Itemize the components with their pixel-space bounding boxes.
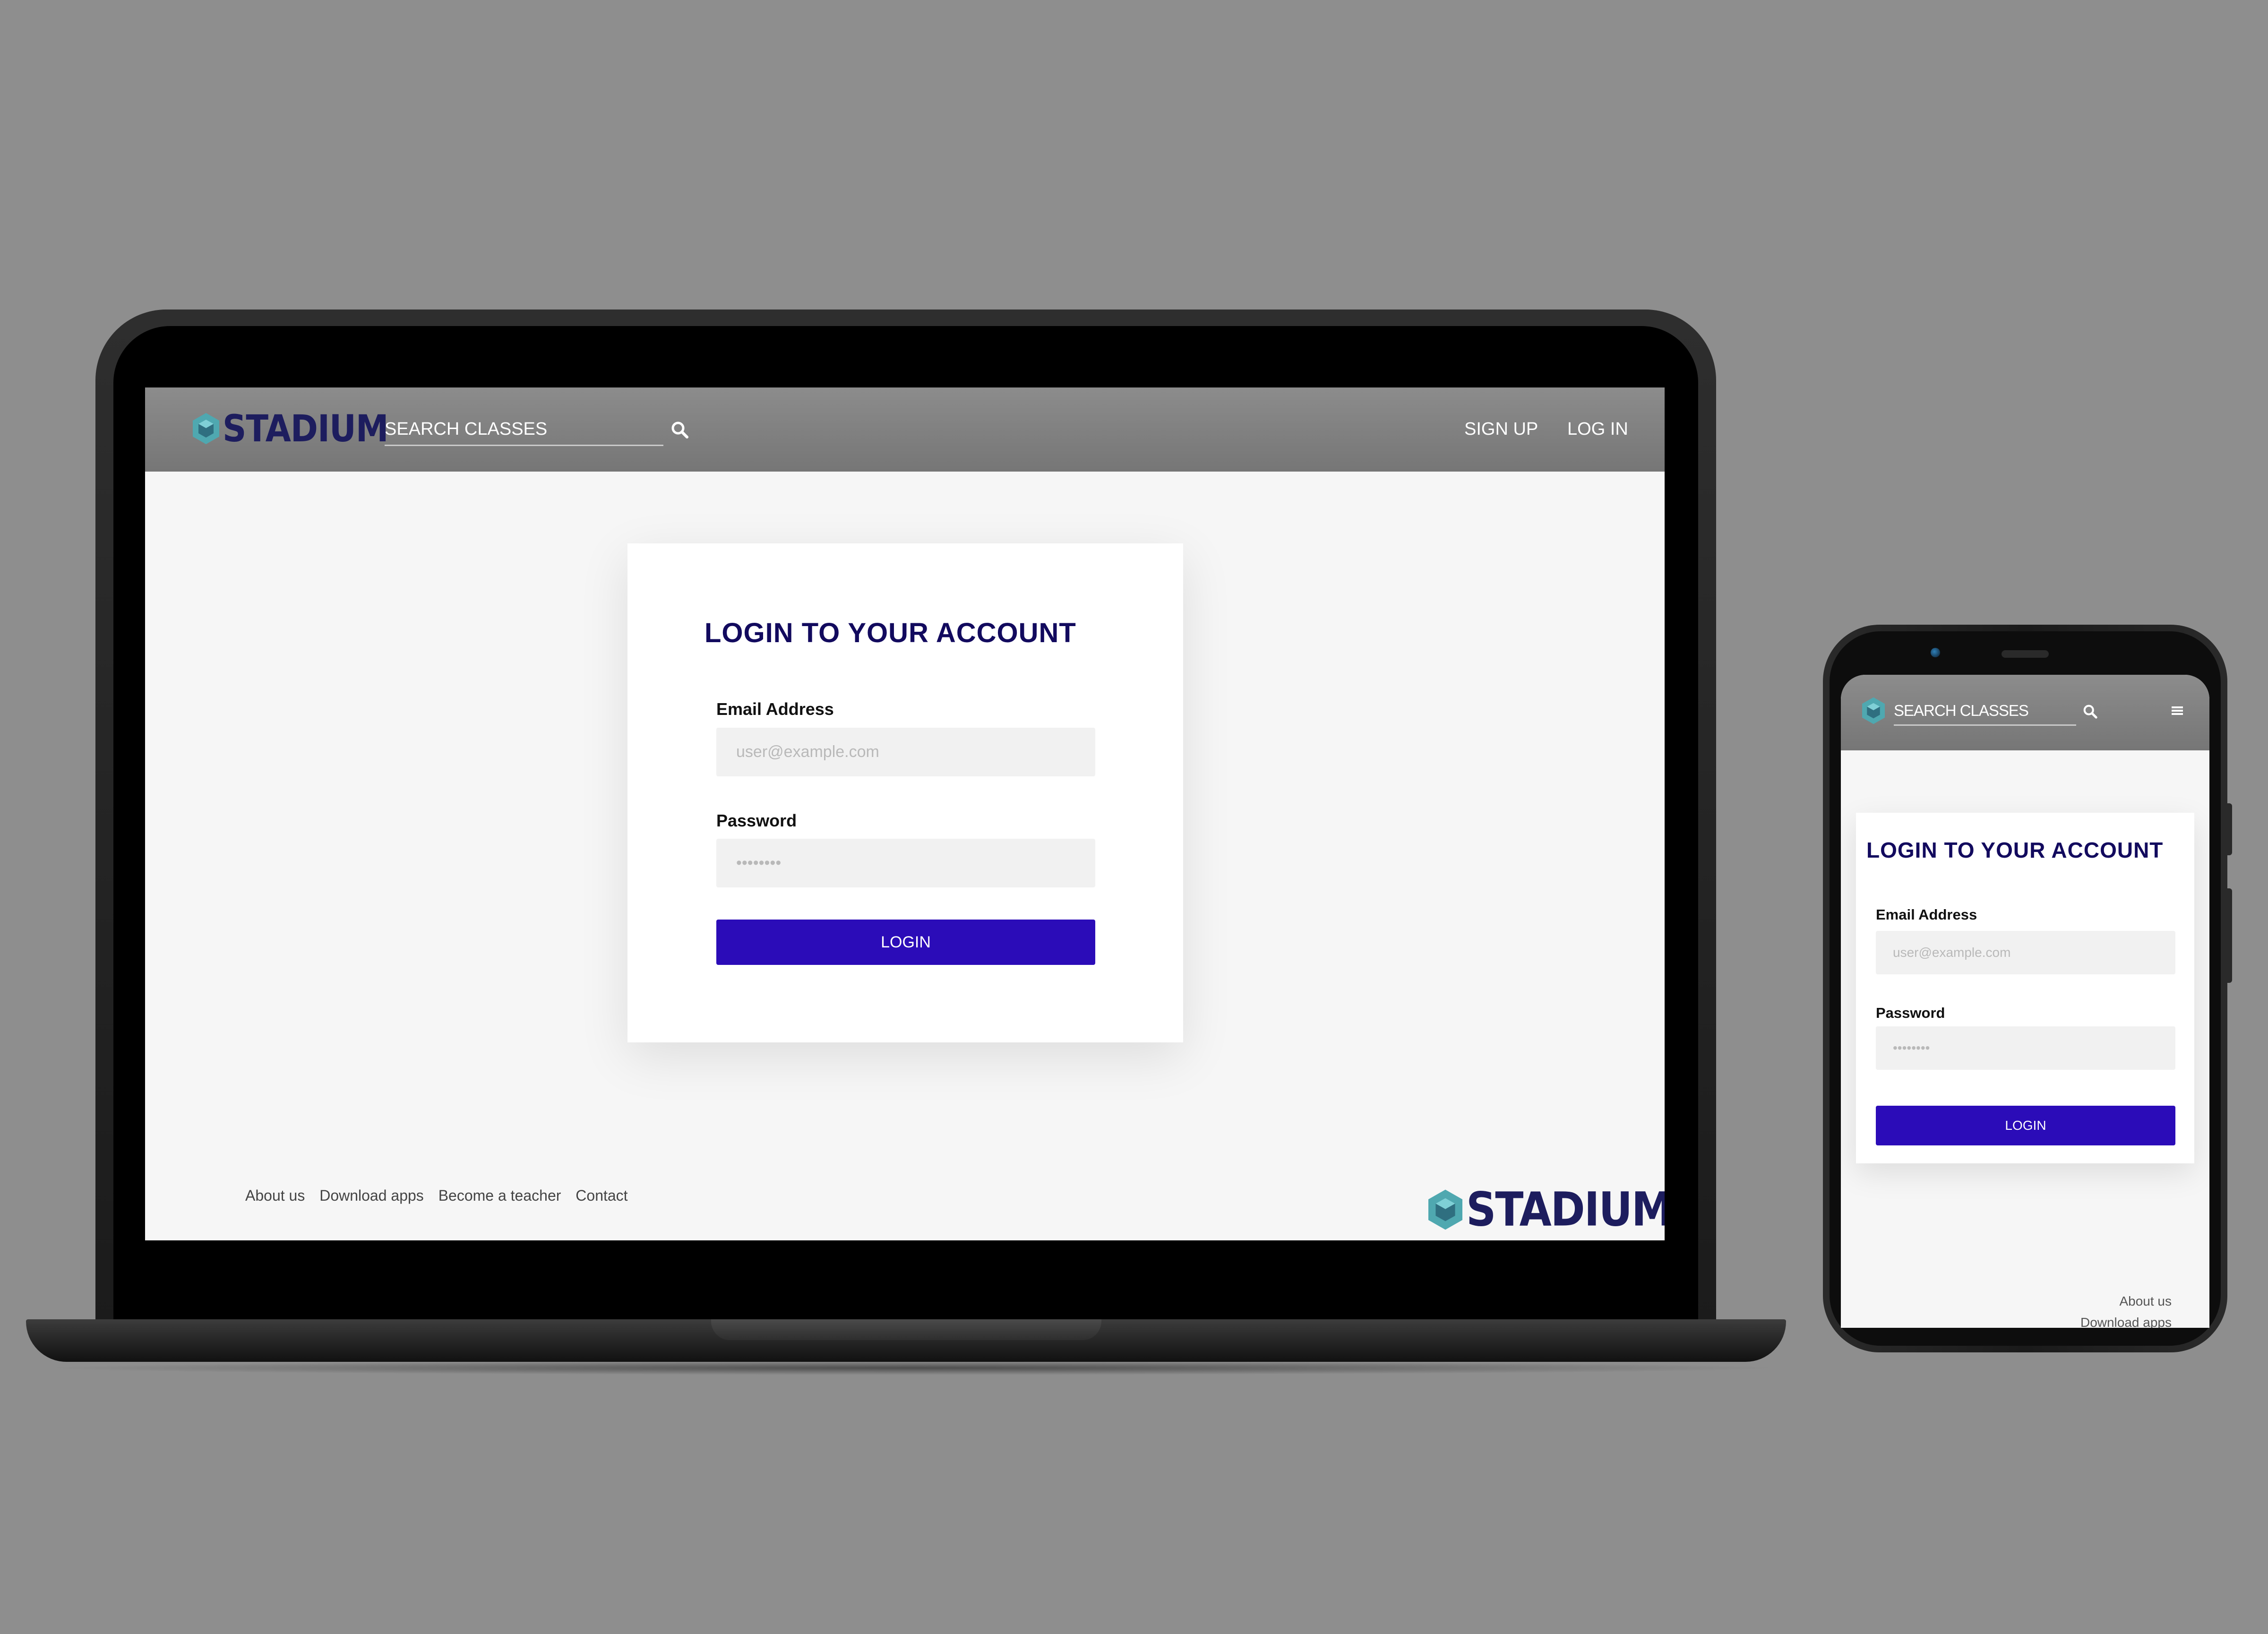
logo-wordmark: STADIUM bbox=[223, 407, 389, 450]
email-label: Email Address bbox=[716, 699, 834, 719]
footer-link-about[interactable]: About us bbox=[245, 1187, 305, 1204]
search-input[interactable] bbox=[385, 415, 663, 443]
login-button[interactable]: LOGIN bbox=[716, 920, 1095, 965]
header-logo[interactable]: STADIUM bbox=[191, 407, 389, 450]
phone-volume-button bbox=[2227, 888, 2232, 983]
mobile-password-label: Password bbox=[1876, 1005, 1945, 1021]
stadium-logo-icon bbox=[193, 413, 219, 444]
footer-links: About us Download apps Become a teacher … bbox=[245, 1187, 638, 1204]
footer-link-teacher[interactable]: Become a teacher bbox=[438, 1187, 561, 1204]
stadium-logo-icon[interactable] bbox=[1861, 697, 1886, 725]
signup-link[interactable]: SIGN UP bbox=[1464, 415, 1538, 443]
footer-link-download[interactable]: Download apps bbox=[319, 1187, 424, 1204]
site-header: STADIUM SIGN UP LOG IN bbox=[145, 387, 1665, 472]
phone-side-button bbox=[2227, 803, 2232, 855]
mobile-login-card: LOGIN TO YOUR ACCOUNT Email Address Pass… bbox=[1856, 813, 2194, 1163]
mobile-footer-link-download[interactable]: Download apps bbox=[2080, 1315, 2172, 1328]
login-link[interactable]: LOG IN bbox=[1567, 415, 1628, 443]
phone-speaker bbox=[2002, 650, 2049, 658]
email-field[interactable] bbox=[716, 728, 1095, 776]
search-icon[interactable] bbox=[670, 420, 690, 440]
search-icon[interactable] bbox=[2082, 703, 2099, 720]
laptop-screen: STADIUM SIGN UP LOG IN LOGIN TO YOUR ACC… bbox=[145, 387, 1665, 1240]
hamburger-menu-icon[interactable] bbox=[2169, 702, 2186, 719]
stadium-logo-icon bbox=[1428, 1189, 1462, 1230]
mobile-email-field[interactable] bbox=[1876, 931, 2175, 974]
mobile-header bbox=[1841, 675, 2209, 750]
footer-logo[interactable]: STADIUM bbox=[1426, 1182, 1665, 1237]
mobile-footer-link-about[interactable]: About us bbox=[2119, 1294, 2172, 1309]
footer-logo-wordmark: STADIUM bbox=[1466, 1182, 1665, 1237]
search-field bbox=[385, 415, 663, 446]
mobile-login-title: LOGIN TO YOUR ACCOUNT bbox=[1866, 838, 2164, 862]
login-card: LOGIN TO YOUR ACCOUNT Email Address Pass… bbox=[627, 543, 1183, 1042]
mobile-search-input[interactable] bbox=[1894, 697, 2076, 724]
footer-link-contact[interactable]: Contact bbox=[576, 1187, 627, 1204]
password-label: Password bbox=[716, 811, 797, 830]
password-field[interactable] bbox=[716, 839, 1095, 887]
mobile-password-field[interactable] bbox=[1876, 1026, 2175, 1070]
phone-screen: LOGIN TO YOUR ACCOUNT Email Address Pass… bbox=[1841, 675, 2209, 1328]
laptop-shadow bbox=[38, 1361, 1786, 1375]
mobile-email-label: Email Address bbox=[1876, 906, 1977, 923]
mobile-login-button[interactable]: LOGIN bbox=[1876, 1106, 2175, 1145]
mobile-search-field bbox=[1894, 697, 2076, 726]
laptop-notch bbox=[711, 1319, 1101, 1340]
phone-camera bbox=[1931, 648, 1940, 657]
login-title: LOGIN TO YOUR ACCOUNT bbox=[704, 618, 1076, 648]
